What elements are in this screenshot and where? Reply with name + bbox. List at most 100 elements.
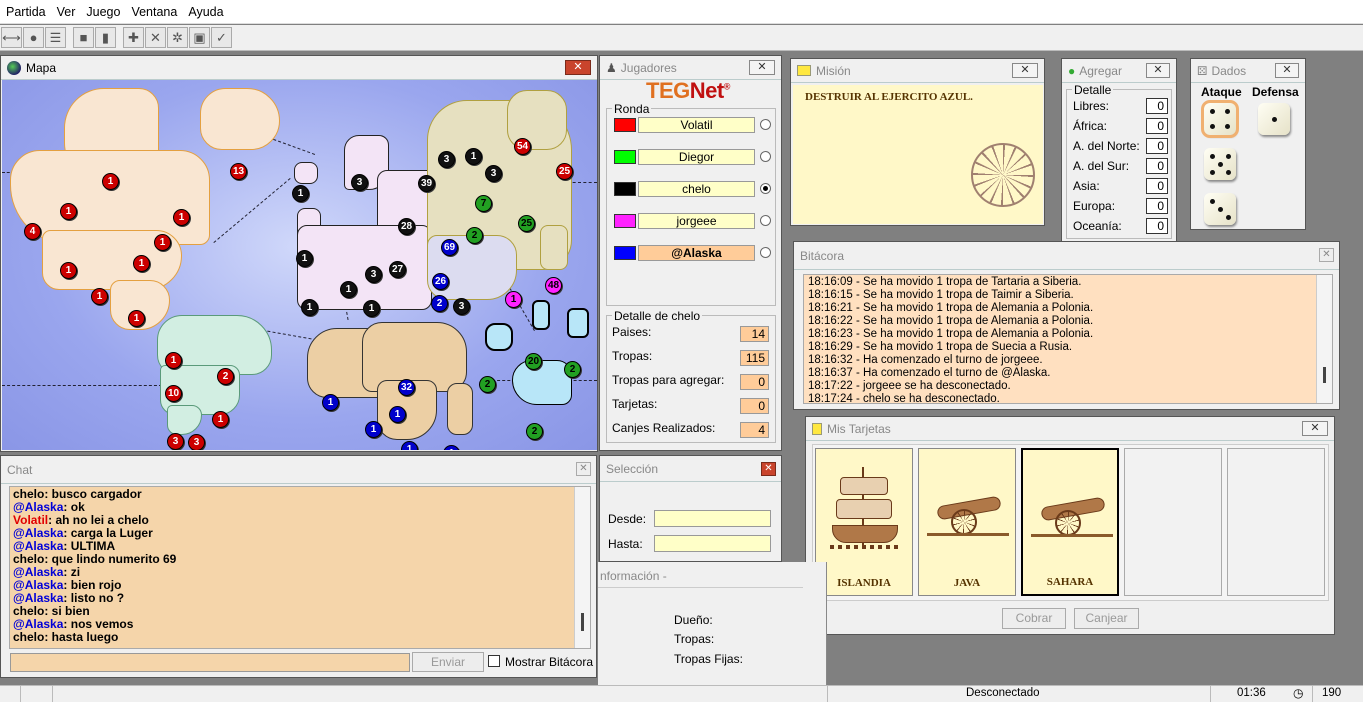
disconnect-icon[interactable]: ● [23,27,44,48]
stop-icon[interactable]: ■ [73,27,94,48]
army-marker[interactable]: 1 [133,255,150,272]
army-marker[interactable]: 1 [292,185,309,202]
list-icon[interactable]: ☰ [45,27,66,48]
desde-field[interactable] [654,510,771,527]
agregar-value[interactable]: 0 [1146,98,1168,114]
card-sahara[interactable]: SAHARA [1021,448,1119,596]
army-marker[interactable]: 2 [479,376,496,393]
army-marker[interactable]: 1 [389,406,406,423]
chat-scroll-thumb[interactable] [581,613,584,631]
player-radio[interactable] [760,183,771,194]
army-marker[interactable]: 27 [389,261,406,278]
army-marker[interactable]: 25 [556,163,573,180]
army-marker[interactable]: 1 [173,209,190,226]
player-radio[interactable] [760,119,771,130]
menu-partida[interactable]: Partida [4,5,55,19]
world-map[interactable]: 1 13 1 1 4 1 1 1 1 1 1 2 10 1 3 3 1 3 1 28 3 27 1 1 1 3 1 39 3 3 54 25 7… [2,80,597,450]
army-marker[interactable]: 3 [438,151,455,168]
army-marker[interactable]: 13 [230,163,247,180]
menu-ayuda[interactable]: Ayuda [186,5,232,19]
army-marker[interactable]: 2 [431,295,448,312]
enviar-button[interactable]: Enviar [412,652,484,672]
army-marker[interactable]: 3 [167,433,184,450]
agregar-value[interactable]: 0 [1146,138,1168,154]
army-marker[interactable]: 1 [102,173,119,190]
player-radio[interactable] [760,247,771,258]
territory-sumatra[interactable] [485,323,513,351]
army-marker[interactable]: 7 [475,195,492,212]
end-turn-icon[interactable]: ✓ [211,27,232,48]
army-marker[interactable]: 48 [545,277,562,294]
army-marker[interactable]: 1 [301,299,318,316]
hasta-field[interactable] [654,535,771,552]
army-marker[interactable]: 1 [365,421,382,438]
army-marker[interactable]: 1 [91,288,108,305]
army-marker[interactable]: 1 [465,148,482,165]
army-marker[interactable]: 20 [525,353,542,370]
player-radio[interactable] [760,215,771,226]
add-army-icon[interactable]: ✚ [123,27,144,48]
army-marker[interactable]: 1 [60,203,77,220]
army-marker[interactable]: 2 [217,368,234,385]
close-icon[interactable]: ✕ [576,462,591,476]
close-icon[interactable]: ✕ [1275,63,1299,78]
chat-input[interactable] [10,653,410,672]
menu-ver[interactable]: Ver [55,5,85,19]
card-java[interactable]: JAVA [918,448,1016,596]
canjear-button[interactable]: Canjear [1074,608,1139,629]
army-marker[interactable]: 1 [128,310,145,327]
army-marker[interactable]: 1 [154,234,171,251]
army-marker[interactable]: 4 [24,223,41,240]
army-marker[interactable]: 1 [165,352,182,369]
attack-icon[interactable]: ✕ [145,27,166,48]
bitacora-scroll-thumb[interactable] [1323,367,1326,383]
bitacora-scrollbar[interactable] [1316,275,1332,403]
player-radio[interactable] [760,151,771,162]
army-marker[interactable]: 1 [322,394,339,411]
army-marker[interactable]: 54 [514,138,531,155]
agregar-value[interactable]: 0 [1146,118,1168,134]
territory-islandia[interactable] [294,162,318,184]
army-marker[interactable]: 3 [351,174,368,191]
army-marker[interactable]: 10 [165,385,182,402]
army-marker[interactable]: 69 [441,239,458,256]
pause-icon[interactable]: ▮ [95,27,116,48]
agregar-value[interactable]: 0 [1146,178,1168,194]
army-marker[interactable]: 2 [564,361,581,378]
close-icon[interactable]: ✕ [761,462,776,476]
card-icon[interactable]: ▣ [189,27,210,48]
army-marker[interactable]: 3 [365,266,382,283]
army-marker[interactable]: 1 [296,250,313,267]
close-icon[interactable]: ✕ [565,60,591,75]
army-marker[interactable]: 1 [401,441,418,450]
regroup-icon[interactable]: ✲ [167,27,188,48]
army-marker[interactable]: 26 [432,273,449,290]
menu-ventana[interactable]: Ventana [129,5,186,19]
army-marker[interactable]: 2 [526,423,543,440]
agregar-value[interactable]: 0 [1146,158,1168,174]
army-marker[interactable]: 25 [518,215,535,232]
army-marker[interactable]: 1 [212,411,229,428]
close-icon[interactable]: ✕ [1146,63,1170,78]
territory-madagascar[interactable] [447,383,473,435]
army-marker[interactable]: 32 [398,379,415,396]
territory-europa[interactable] [297,225,432,310]
army-marker[interactable]: 1 [60,262,77,279]
mostrar-bitacora-checkbox[interactable] [488,655,500,667]
army-marker[interactable]: 2 [466,227,483,244]
territory-java[interactable] [567,308,589,338]
army-marker[interactable]: 1 [443,445,460,450]
menu-juego[interactable]: Juego [84,5,129,19]
connect-icon[interactable]: ⟷ [1,27,22,48]
territory-groenlandia[interactable] [200,88,280,150]
army-marker[interactable]: 1 [340,281,357,298]
close-icon[interactable]: ✕ [749,60,775,75]
army-marker[interactable]: 1 [363,300,380,317]
army-marker[interactable]: 1 [505,291,522,308]
territory-argentina[interactable] [167,405,202,435]
army-marker[interactable]: 3 [188,434,205,450]
cobrar-button[interactable]: Cobrar [1002,608,1066,629]
territory-borneo[interactable] [532,300,550,330]
territory-australia[interactable] [512,360,572,405]
card-islandia[interactable]: ISLANDIA [815,448,913,596]
